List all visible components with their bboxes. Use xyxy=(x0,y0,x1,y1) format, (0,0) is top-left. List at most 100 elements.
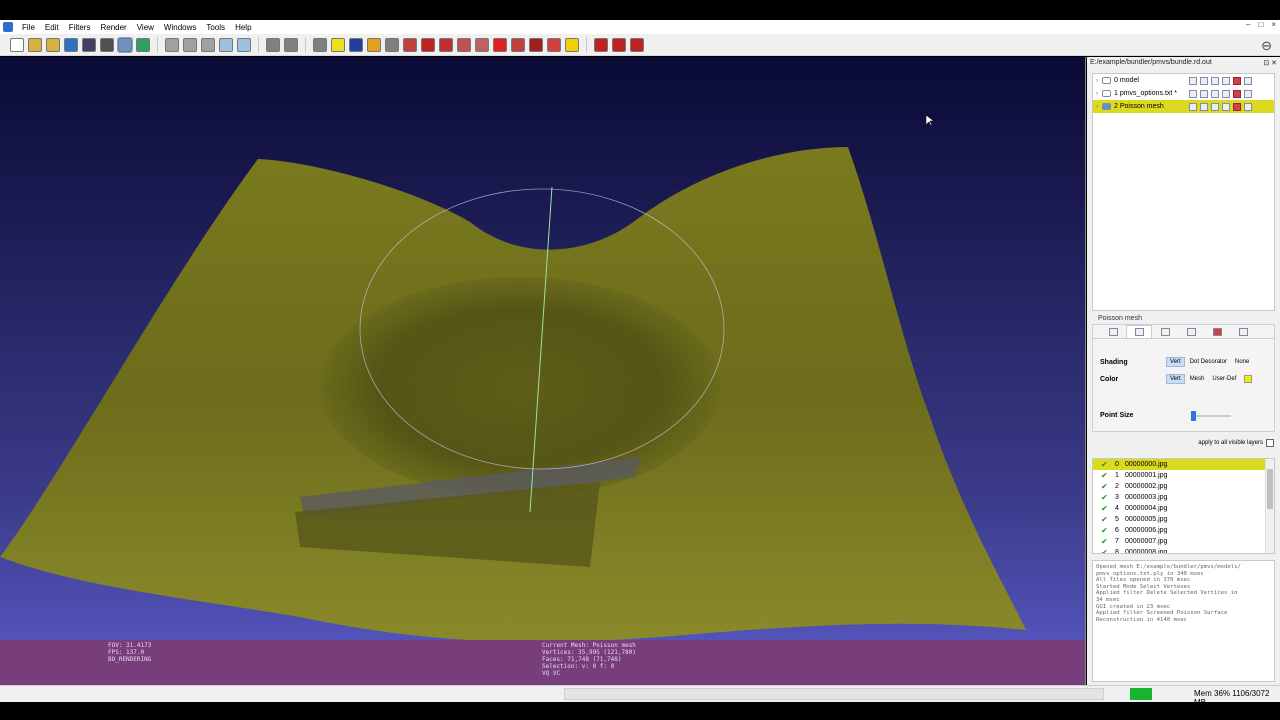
raster-row[interactable]: ✔ 2 00000002.jpg xyxy=(1093,481,1274,492)
search-icon[interactable]: ⊖ xyxy=(1261,38,1272,54)
pick-icon[interactable] xyxy=(367,37,381,52)
snapshot-icon[interactable] xyxy=(100,37,114,52)
layer-row[interactable]: › 2 Poisson mesh xyxy=(1093,100,1274,113)
color-user[interactable]: User-Def xyxy=(1209,375,1239,383)
measure-icon[interactable] xyxy=(349,37,363,52)
hidden-lines-icon[interactable] xyxy=(219,37,233,52)
menu-edit[interactable]: Edit xyxy=(40,23,64,32)
manipulator-icon[interactable] xyxy=(313,37,327,52)
menu-help[interactable]: Help xyxy=(230,23,256,32)
texture-icon[interactable] xyxy=(1233,102,1241,111)
wireframe-icon[interactable] xyxy=(201,37,215,52)
quality-icon[interactable] xyxy=(493,37,507,52)
color-mesh[interactable]: Mesh xyxy=(1187,375,1208,383)
tab-wire[interactable] xyxy=(1152,325,1178,338)
raster-icon[interactable] xyxy=(136,37,150,52)
tab-bbox[interactable] xyxy=(1100,325,1126,338)
raster-row[interactable]: ✔ 6 00000006.jpg xyxy=(1093,525,1274,536)
visibility-icon[interactable] xyxy=(1102,77,1111,84)
check-icon[interactable]: ✔ xyxy=(1101,482,1115,491)
shading-vert[interactable]: Vert xyxy=(1166,357,1185,367)
bbox-icon[interactable] xyxy=(1189,76,1197,85)
menu-tools[interactable]: Tools xyxy=(201,23,230,32)
raster-row[interactable]: ✔ 3 00000003.jpg xyxy=(1093,492,1274,503)
extra-icon[interactable] xyxy=(1244,102,1252,111)
delete-faces-icon[interactable] xyxy=(612,37,626,52)
tab-points[interactable] xyxy=(1126,325,1152,338)
color-vert[interactable]: Vert xyxy=(1166,374,1185,384)
menu-render[interactable]: Render xyxy=(95,23,131,32)
shading-dot[interactable]: Dot Decorator xyxy=(1187,358,1230,366)
raster-row[interactable]: ✔ 5 00000005.jpg xyxy=(1093,514,1274,525)
extra-icon[interactable] xyxy=(1244,89,1252,98)
user-color-swatch[interactable] xyxy=(1244,375,1253,383)
menu-windows[interactable]: Windows xyxy=(159,23,201,32)
raster-row[interactable]: ✔ 7 00000007.jpg xyxy=(1093,536,1274,547)
tab-solid[interactable] xyxy=(1178,325,1204,338)
texture-icon[interactable] xyxy=(421,37,435,52)
raster-list[interactable]: ✔ 0 00000000.jpg ✔ 1 00000001.jpg ✔ 2 00000002.j… xyxy=(1092,458,1275,554)
bbox-icon[interactable] xyxy=(165,37,179,52)
points-icon[interactable] xyxy=(183,37,197,52)
maximize-button[interactable]: □ xyxy=(1258,20,1263,29)
check-icon[interactable]: ✔ xyxy=(1101,471,1115,480)
align-icon[interactable] xyxy=(475,37,489,52)
solid-icon[interactable] xyxy=(1222,102,1230,111)
check-icon[interactable]: ✔ xyxy=(1101,504,1115,513)
open-mesh-icon[interactable] xyxy=(46,37,60,52)
texture-icon[interactable] xyxy=(1233,76,1241,85)
connected-icon[interactable] xyxy=(457,37,471,52)
check-icon[interactable]: ✔ xyxy=(1101,548,1115,553)
visibility-icon[interactable] xyxy=(1102,103,1111,110)
axis-icon[interactable] xyxy=(284,37,298,52)
raster-row[interactable]: ✔ 0 00000000.jpg xyxy=(1093,459,1274,470)
menu-file[interactable]: File xyxy=(17,23,40,32)
points-icon[interactable] xyxy=(1200,102,1208,111)
check-icon[interactable]: ✔ xyxy=(1101,526,1115,535)
visibility-icon[interactable] xyxy=(1102,90,1111,97)
apply-all-checkbox[interactable] xyxy=(1266,439,1274,447)
transform-icon[interactable] xyxy=(547,37,561,52)
layer-dialog-icon[interactable] xyxy=(117,36,133,53)
reload-icon[interactable] xyxy=(64,37,78,52)
bbox-icon[interactable] xyxy=(1189,89,1197,98)
solid-icon[interactable] xyxy=(1222,76,1230,85)
raster-row[interactable]: ✔ 8 00000008.jpg xyxy=(1093,547,1274,553)
fill-icon[interactable] xyxy=(529,37,543,52)
layer-row[interactable]: › 0 model xyxy=(1093,74,1274,87)
points-icon[interactable] xyxy=(1200,76,1208,85)
save-icon[interactable] xyxy=(82,37,96,52)
paint-icon[interactable] xyxy=(403,37,417,52)
solid-icon[interactable] xyxy=(1222,89,1230,98)
flat-icon[interactable] xyxy=(237,37,251,52)
wireframe-icon[interactable] xyxy=(1211,102,1219,111)
points-icon[interactable] xyxy=(1200,89,1208,98)
annotation-icon[interactable] xyxy=(331,37,345,52)
wireframe-icon[interactable] xyxy=(1211,89,1219,98)
check-icon[interactable]: ✔ xyxy=(1101,460,1115,469)
raster-row[interactable]: ✔ 4 00000004.jpg xyxy=(1093,503,1274,514)
check-icon[interactable]: ✔ xyxy=(1101,537,1115,546)
extra-icon[interactable] xyxy=(1244,76,1252,85)
menu-filters[interactable]: Filters xyxy=(64,23,96,32)
3d-viewport[interactable]: FOV: 31.4173 FPS: 137.0 BO_RENDERING Cur… xyxy=(0,57,1086,685)
bbox-icon[interactable] xyxy=(1189,102,1197,111)
light-icon[interactable] xyxy=(266,37,280,52)
tab-texture[interactable] xyxy=(1204,325,1230,338)
delete-vertices-icon[interactable] xyxy=(594,37,608,52)
info-icon[interactable] xyxy=(565,37,579,52)
raster-scrollbar[interactable] xyxy=(1265,459,1274,553)
point-size-slider[interactable] xyxy=(1191,410,1231,421)
shading-none[interactable]: None xyxy=(1232,358,1252,366)
layer-row[interactable]: › 1 pmvs_options.txt * xyxy=(1093,87,1274,100)
texture-icon[interactable] xyxy=(1233,89,1241,98)
panel-controls[interactable]: ⊡ ✕ xyxy=(1263,59,1277,67)
raster-row[interactable]: ✔ 1 00000001.jpg xyxy=(1093,470,1274,481)
tab-extra[interactable] xyxy=(1230,325,1256,338)
wireframe-icon[interactable] xyxy=(1211,76,1219,85)
select-vertices-icon[interactable] xyxy=(439,37,453,52)
menu-view[interactable]: View xyxy=(132,23,159,32)
close-button[interactable]: × xyxy=(1271,20,1276,29)
open-project-icon[interactable] xyxy=(28,37,42,52)
layer-list[interactable]: › 0 model › 1 pmvs_options.txt * › 2 Poisson … xyxy=(1092,73,1275,311)
